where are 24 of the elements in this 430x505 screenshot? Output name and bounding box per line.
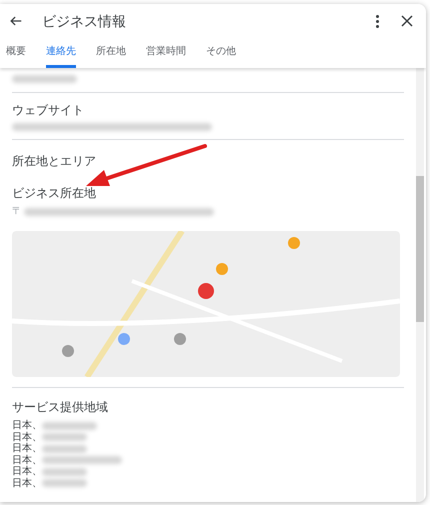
tab[interactable]: その他 xyxy=(206,38,236,68)
blurred-text xyxy=(42,444,87,453)
blurred-text xyxy=(42,422,97,430)
section-heading: サービス提供地域 xyxy=(12,399,109,416)
tab[interactable]: 営業時間 xyxy=(146,38,186,68)
postal-mark: 〒 xyxy=(12,205,22,219)
area-item: 日本、 xyxy=(12,420,42,432)
tab[interactable]: 連絡先 xyxy=(46,38,76,68)
section-heading: ウェブサイト xyxy=(12,102,85,119)
tab[interactable]: 概要 xyxy=(6,38,26,68)
area-item: 日本、 xyxy=(12,466,42,478)
field-label: ビジネス所在地 xyxy=(12,185,97,202)
area-item: 日本、 xyxy=(12,454,42,466)
blurred-text xyxy=(42,479,87,488)
close-icon[interactable] xyxy=(400,14,414,28)
tab[interactable]: 所在地 xyxy=(96,38,126,68)
blurred-text xyxy=(12,75,77,83)
area-item: 日本、 xyxy=(12,443,42,454)
dialog-title: ビジネス情報 xyxy=(42,12,126,30)
blurred-text xyxy=(42,433,87,442)
blurred-text xyxy=(42,468,87,476)
area-item: 日本、 xyxy=(12,432,42,443)
section-heading: 所在地とエリア xyxy=(12,153,97,170)
area-item: 日本、 xyxy=(12,478,42,489)
